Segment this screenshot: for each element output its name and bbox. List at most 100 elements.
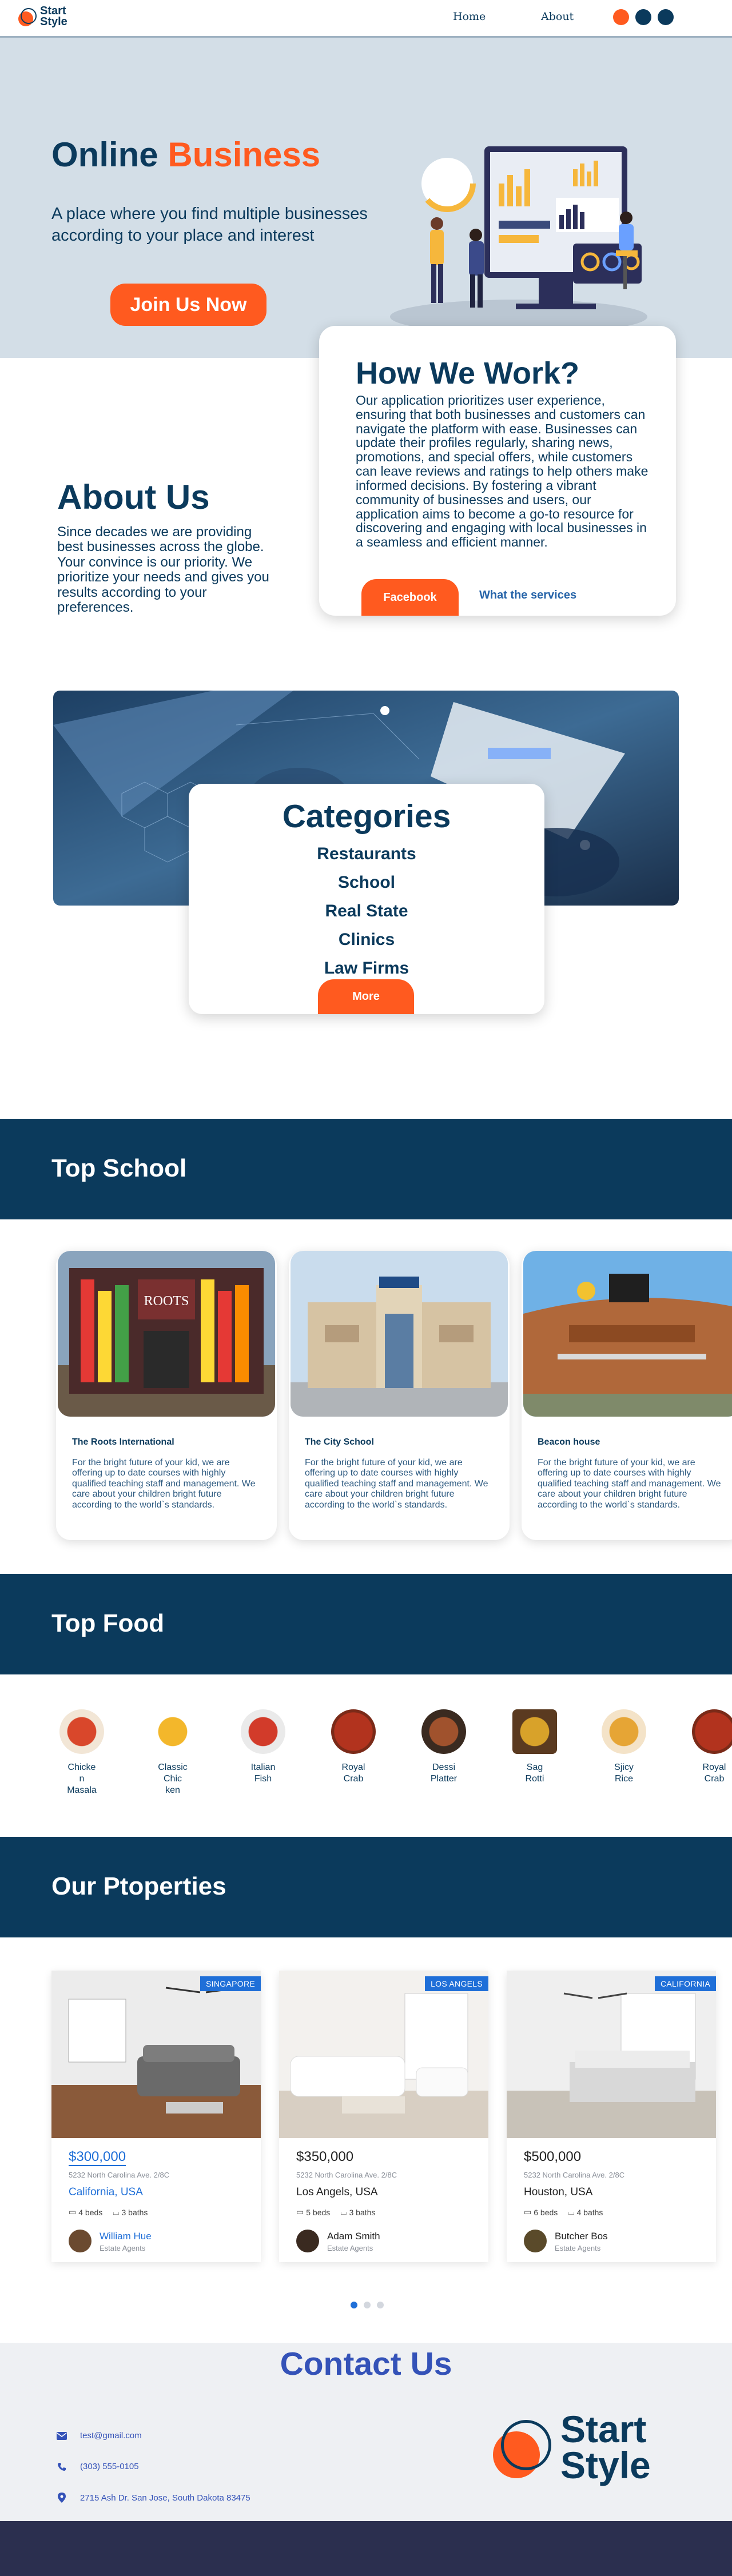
footer-brand-logo[interactable]: Start Style <box>491 2410 651 2486</box>
food-item[interactable]: Royal Crab <box>689 1709 732 1785</box>
property-card[interactable]: LOS ANGELS $350,000 5232 North Carolina … <box>279 1971 488 2262</box>
baths-feature: ⌴ 4 baths <box>568 2207 603 2217</box>
categories-list: Restaurants School Real State Clinics La… <box>189 840 544 983</box>
school-description: For the bright future of your kid, we ar… <box>72 1458 256 1510</box>
food-item[interactable]: Royal Crab <box>328 1709 379 1785</box>
agent-name[interactable]: Adam Smith <box>327 2231 380 2242</box>
theme-swatch-navy-2[interactable] <box>658 9 674 25</box>
property-image: CALIFORNIA <box>507 1971 716 2138</box>
category-real-state[interactable]: Real State <box>189 897 544 926</box>
school-card[interactable]: Beacon house For the bright future of yo… <box>522 1251 732 1540</box>
business-analytics-illustration <box>390 146 647 334</box>
about-body: Since decades we are providing best busi… <box>57 524 269 615</box>
beds-count: 6 beds <box>534 2207 558 2217</box>
property-location-tag: LOS ANGELS <box>425 1976 488 1991</box>
nav-home-link[interactable]: Home <box>453 10 486 23</box>
bed-icon: ▭ <box>69 2207 77 2216</box>
beds-feature: ▭ 4 beds <box>69 2207 102 2217</box>
phone-icon <box>56 2462 67 2471</box>
more-categories-button[interactable]: More <box>318 979 414 1014</box>
footer-brand-line-2: Style <box>560 2443 651 2486</box>
how-we-work-title: How We Work? <box>356 356 580 390</box>
hero-section: Online Business A place where you find m… <box>0 38 732 358</box>
carousel-dot-2[interactable] <box>364 2302 371 2308</box>
food-item[interactable]: Dessi Platter <box>418 1709 470 1785</box>
school-image <box>291 1251 508 1417</box>
nav-about-link[interactable]: About <box>541 10 574 23</box>
hero-subtitle: A place where you find multiple business… <box>51 205 368 245</box>
property-location-tag: CALIFORNIA <box>654 1976 716 1991</box>
contact-phone[interactable]: (303) 555-0105 <box>56 2462 139 2471</box>
brand-logo[interactable]: Start Style <box>17 5 67 28</box>
baths-count: 4 baths <box>576 2207 603 2217</box>
food-label: Sag Rotti <box>525 1762 544 1784</box>
properties-title: Our Ptoperties <box>51 1872 226 1900</box>
dessi-platter-icon <box>421 1709 466 1754</box>
svg-text:ROOTS: ROOTS <box>144 1294 189 1309</box>
food-label: Chicke n Masala <box>67 1762 97 1795</box>
theme-swatch-navy[interactable] <box>635 9 651 25</box>
hero-title: Online Business <box>51 135 320 174</box>
school-card[interactable]: ROOTS The Roots International For the br… <box>56 1251 277 1540</box>
how-we-work-body: Our application prioritizes user experie… <box>356 393 649 550</box>
agent-avatar <box>69 2230 92 2252</box>
property-price: $300,000 <box>69 2149 126 2166</box>
school-description: For the bright future of your kid, we ar… <box>305 1458 488 1510</box>
beds-count: 5 beds <box>306 2207 331 2217</box>
carousel-pagination <box>351 2302 384 2308</box>
beds-feature: ▭ 5 beds <box>296 2207 330 2217</box>
property-price: $350,000 <box>296 2149 354 2164</box>
school-card[interactable]: The City School For the bright future of… <box>289 1251 510 1540</box>
baths-feature: ⌴ 3 baths <box>113 2207 148 2217</box>
categories-title: Categories <box>282 798 451 835</box>
sag-rotti-icon <box>512 1709 557 1754</box>
brand-line-2: Style <box>40 15 67 28</box>
agent-avatar <box>296 2230 319 2252</box>
top-school-title: Top School <box>51 1154 187 1182</box>
category-school[interactable]: School <box>189 868 544 897</box>
food-label: Dessi Platter <box>430 1762 458 1784</box>
baths-feature: ⌴ 3 baths <box>340 2207 375 2217</box>
top-food-title: Top Food <box>51 1609 165 1637</box>
bath-icon: ⌴ <box>568 2207 575 2216</box>
category-restaurants[interactable]: Restaurants <box>189 840 544 868</box>
contact-email[interactable]: test@gmail.com <box>56 2431 142 2441</box>
baths-count: 3 baths <box>349 2207 376 2217</box>
carousel-dot-3[interactable] <box>377 2302 384 2308</box>
bed-icon: ▭ <box>524 2207 532 2216</box>
food-label: Royal Crab <box>341 1762 365 1784</box>
join-us-button[interactable]: Join Us Now <box>110 284 266 326</box>
facebook-button[interactable]: Facebook <box>361 579 459 616</box>
food-item[interactable]: Classic Chic ken <box>147 1709 198 1796</box>
property-card[interactable]: SINGAPORE $300,000 5232 North Carolina A… <box>51 1971 261 2262</box>
food-item[interactable]: Sjicy Rice <box>598 1709 650 1785</box>
carousel-dot-1[interactable] <box>351 2302 357 2308</box>
theme-swatch-orange[interactable] <box>613 9 629 25</box>
property-address: 5232 North Carolina Ave. 2/8C <box>296 2171 397 2179</box>
properties-banner: Our Ptoperties <box>0 1837 732 1937</box>
contact-address[interactable]: 2715 Ash Dr. San Jose, South Dakota 8347… <box>56 2493 250 2503</box>
agent-name[interactable]: William Hue <box>100 2231 152 2242</box>
how-we-work-card: How We Work? Our application prioritizes… <box>319 326 676 616</box>
agent-name[interactable]: Butcher Bos <box>555 2231 608 2242</box>
bed-icon: ▭ <box>296 2207 304 2216</box>
food-item[interactable]: Sag Rotti <box>509 1709 560 1785</box>
property-city: Los Angels, USA <box>296 2186 378 2198</box>
spicy-rice-icon <box>602 1709 646 1754</box>
top-school-banner: Top School <box>0 1119 732 1219</box>
school-name: Beacon house <box>538 1437 600 1447</box>
property-city: California, USA <box>69 2186 143 2198</box>
property-features: ▭ 4 beds ⌴ 3 baths <box>69 2207 148 2217</box>
contact-section: Contact Us test@gmail.com (303) 555-0105… <box>0 2343 732 2521</box>
property-location-tag: SINGAPORE <box>200 1976 261 1991</box>
property-card[interactable]: CALIFORNIA $500,000 5232 North Carolina … <box>507 1971 716 2262</box>
property-features: ▭ 6 beds ⌴ 4 baths <box>524 2207 603 2217</box>
property-address: 5232 North Carolina Ave. 2/8C <box>69 2171 170 2179</box>
food-item[interactable]: Chicke n Masala <box>56 1709 108 1796</box>
phone-text: (303) 555-0105 <box>80 2462 139 2471</box>
property-image: LOS ANGELS <box>279 1971 488 2138</box>
food-item[interactable]: Italian Fish <box>237 1709 289 1785</box>
category-clinics[interactable]: Clinics <box>189 926 544 954</box>
category-law-firms[interactable]: Law Firms <box>189 954 544 983</box>
services-link[interactable]: What the services <box>479 589 576 602</box>
